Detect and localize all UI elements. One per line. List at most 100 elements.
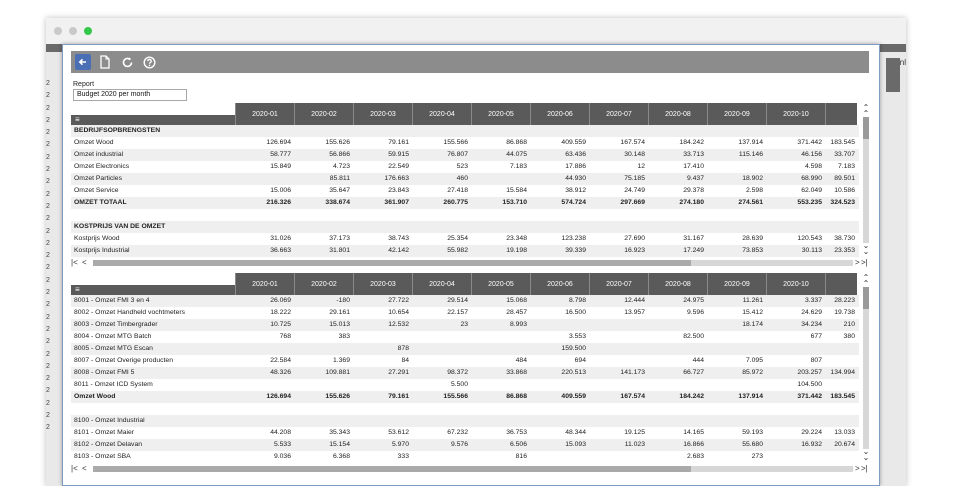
table-cell[interactable]: 28.639 [707,233,766,245]
report-select[interactable]: Budget 2020 per month [73,89,187,101]
table-row[interactable]: Omzet Electronics 15.849 4.723 22.549 523 7.1… [71,161,859,173]
scroll-down-icon[interactable]: ⌄ [861,453,871,462]
table-cell[interactable]: 27.690 [589,233,648,245]
table-cell[interactable]: 807 [766,355,825,367]
table-cell[interactable] [589,125,648,137]
table-cell[interactable] [412,355,471,367]
table-cell[interactable]: 2.683 [648,451,707,463]
table-row[interactable]: 8102 - Omzet Delavan 5.533 15.154 5.970 9.57… [71,439,859,451]
table-cell[interactable] [235,209,294,221]
table-cell[interactable]: 79.161 [353,391,412,403]
table-cell[interactable]: 30.148 [589,149,648,161]
table-cell[interactable] [589,451,648,463]
table-cell[interactable]: 9.437 [648,173,707,185]
table-cell[interactable]: 44.930 [530,173,589,185]
table-cell[interactable]: 816 [471,451,530,463]
table-cell[interactable]: 176.663 [353,173,412,185]
table-cell[interactable] [766,209,825,221]
table-cell[interactable] [648,319,707,331]
table-cell[interactable]: 38.730 [825,233,857,245]
table-row[interactable]: 8004 - Omzet MTG Batch 768 383 3.553 82.500 6… [71,331,859,343]
table-cell[interactable]: 167.574 [589,391,648,403]
table-cell[interactable]: 134.994 [825,367,857,379]
table-cell[interactable]: 574.724 [530,197,589,209]
table-cell[interactable]: 33.713 [648,149,707,161]
table-cell[interactable]: 155.626 [294,391,353,403]
table-cell[interactable]: 553.235 [766,197,825,209]
table-cell[interactable]: 46.156 [766,149,825,161]
table-cell[interactable]: 55.982 [412,245,471,257]
table-cell[interactable] [766,451,825,463]
table-cell[interactable]: 694 [530,355,589,367]
table-cell[interactable]: 11.023 [589,439,648,451]
table-cell[interactable]: 85.811 [294,173,353,185]
table-cell[interactable]: 677 [766,331,825,343]
table-cell[interactable]: 137.914 [707,137,766,149]
table-cell[interactable]: 184.242 [648,391,707,403]
table-cell[interactable]: 98.372 [412,367,471,379]
table-cell[interactable] [825,221,857,233]
table-cell[interactable]: 27.418 [412,185,471,197]
table-cell[interactable] [353,209,412,221]
table-cell[interactable] [825,379,857,391]
table-cell[interactable]: 63.436 [530,149,589,161]
column-header-2020-04[interactable]: 2020-04 [412,103,471,125]
table-cell[interactable]: 48.344 [530,427,589,439]
table-row[interactable]: 8001 - Omzet FMI 3 en 4 26.069 -180 27.722 2… [71,295,859,307]
table-cell[interactable]: 155.566 [412,391,471,403]
table-cell[interactable] [471,343,530,355]
table-cell[interactable]: 15.006 [235,185,294,197]
column-header-2020-01[interactable]: 2020-01 [235,273,294,295]
scrollbar-track[interactable] [863,287,869,449]
table-cell[interactable]: 38.912 [530,185,589,197]
table-cell[interactable]: 15.154 [294,439,353,451]
table-cell[interactable]: 85.972 [707,367,766,379]
table-row[interactable]: 8003 - Omzet Timbergrader 10.725 15.013 12.… [71,319,859,331]
column-header-2020-06[interactable]: 2020-06 [530,103,589,125]
table-cell[interactable] [294,125,353,137]
table-cell[interactable] [648,125,707,137]
table-cell[interactable] [530,319,589,331]
table-cell[interactable] [235,415,294,427]
help-button[interactable] [141,54,157,70]
table-cell[interactable] [589,319,648,331]
scroll-right-icon[interactable]: > [855,258,860,268]
table-cell[interactable]: 19.125 [589,427,648,439]
table-cell[interactable] [530,221,589,233]
table-cell[interactable]: 44.208 [235,427,294,439]
table-cell[interactable]: 55.680 [707,439,766,451]
table-cell[interactable] [766,125,825,137]
detail-vertical-scrollbar[interactable]: ⌃ ⌃ ⌄ ⌄ [861,273,871,463]
table-cell[interactable]: 31.801 [294,245,353,257]
table-cell[interactable] [707,209,766,221]
table-cell[interactable]: 5.533 [235,439,294,451]
table-cell[interactable]: 137.914 [707,391,766,403]
table-row[interactable]: 8002 - Omzet Handheld vochtmeters 18.222 2… [71,307,859,319]
table-cell[interactable]: 14.165 [648,427,707,439]
table-cell[interactable] [648,209,707,221]
table-cell[interactable] [707,125,766,137]
table-cell[interactable]: 33.868 [471,367,530,379]
scroll-left-icon[interactable]: < [82,464,87,474]
table-cell[interactable]: 5.970 [353,439,412,451]
table-cell[interactable] [353,379,412,391]
table-cell[interactable]: 27.722 [353,295,412,307]
table-cell[interactable]: 36.753 [471,427,530,439]
table-row[interactable]: BEDRIJFSOPBRENGSTEN [71,125,859,137]
table-cell[interactable]: 16.500 [530,307,589,319]
table-cell[interactable]: 24.975 [648,295,707,307]
table-cell[interactable]: 30.113 [766,245,825,257]
table-cell[interactable]: 7.095 [707,355,766,367]
table-cell[interactable]: 12.444 [589,295,648,307]
table-cell[interactable]: 444 [648,355,707,367]
table-cell[interactable]: 89.501 [825,173,857,185]
table-cell[interactable]: 8.993 [471,319,530,331]
table-cell[interactable] [471,415,530,427]
table-cell[interactable]: 29.224 [766,427,825,439]
table-cell[interactable]: 18.174 [707,319,766,331]
table-cell[interactable]: 38.743 [353,233,412,245]
table-cell[interactable] [589,403,648,415]
table-cell[interactable]: 155.566 [412,137,471,149]
table-cell[interactable]: 159.500 [530,343,589,355]
table-cell[interactable]: 18.222 [235,307,294,319]
